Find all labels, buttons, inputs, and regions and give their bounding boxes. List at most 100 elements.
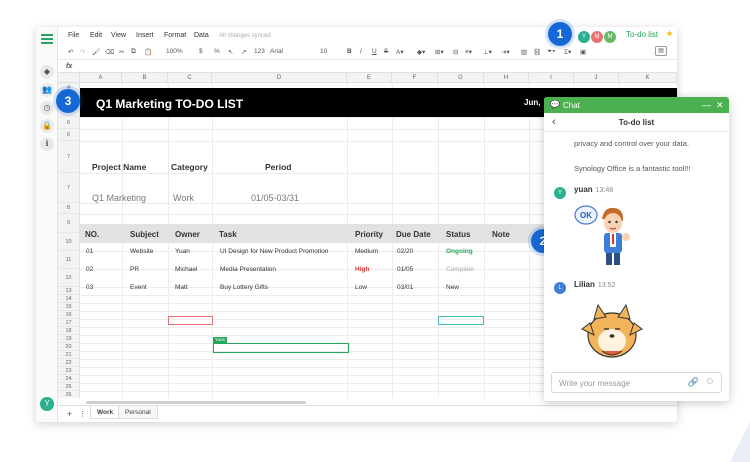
col-header[interactable]: J (574, 73, 619, 83)
col-header[interactable]: I (529, 73, 574, 83)
row-header[interactable]: 8 (58, 203, 80, 214)
zoom-select[interactable]: 100% (166, 48, 183, 55)
align-icon[interactable]: ≡▾ (465, 48, 472, 56)
minimize-icon[interactable]: — (702, 100, 711, 110)
task-due[interactable]: 01/05 (397, 266, 413, 273)
chat-message-input[interactable]: Write your message 🔗 ☺ (551, 372, 722, 393)
row-header[interactable]: 25 (58, 383, 80, 391)
row-header[interactable]: 7 (58, 141, 80, 173)
task-name[interactable]: UI Design for New Product Promotion (220, 248, 328, 255)
horizontal-scrollbar[interactable] (86, 401, 306, 404)
task-subject[interactable]: PR (130, 266, 139, 273)
comment-icon[interactable]: ▣ (580, 48, 586, 56)
row-header[interactable]: 6 (58, 117, 80, 129)
task-status[interactable]: Ongoing (446, 248, 473, 255)
task-no[interactable]: 02 (86, 266, 93, 273)
paste-icon[interactable]: 📋 (144, 48, 152, 56)
task-priority[interactable]: High (355, 266, 369, 273)
task-subject[interactable]: Website (130, 248, 153, 255)
category-value[interactable]: Work (173, 193, 194, 203)
menu-icon[interactable] (41, 34, 53, 44)
task-due[interactable]: 03/01 (397, 284, 413, 291)
row-header[interactable]: 24 (58, 375, 80, 383)
redo-icon[interactable]: ↷ (80, 48, 85, 56)
sheet-list-icon[interactable]: ⋮ (79, 410, 86, 418)
row-header[interactable]: 15 (58, 303, 80, 311)
merge-icon[interactable]: ⊟ (453, 48, 458, 56)
col-header[interactable]: C (168, 73, 212, 83)
italic-button[interactable]: I (360, 48, 362, 55)
row-header[interactable]: 12 (58, 269, 80, 287)
row-header[interactable]: 17 (58, 319, 80, 327)
row-header[interactable]: 18 (58, 327, 80, 335)
task-priority[interactable]: Medium (355, 248, 378, 255)
font-size-select[interactable]: 10 (320, 48, 327, 55)
borders-icon[interactable]: ⊞▾ (435, 48, 444, 56)
valign-icon[interactable]: ⊥▾ (483, 48, 492, 56)
decimal-add-icon[interactable]: ↗ (241, 48, 246, 56)
corner-header[interactable] (58, 73, 80, 83)
row-header[interactable]: 22 (58, 359, 80, 367)
task-no[interactable]: 01 (86, 248, 93, 255)
doc-title[interactable]: To-do list (626, 30, 658, 39)
col-header[interactable]: F (392, 73, 438, 83)
attach-icon[interactable]: 🔗 (688, 377, 699, 388)
col-header[interactable]: H (484, 73, 529, 83)
currency-button[interactable]: $ (199, 48, 203, 55)
filter-icon[interactable]: ⏷▾ (547, 48, 555, 56)
info-icon[interactable]: ℹ (40, 137, 54, 151)
col-header[interactable]: D (212, 73, 347, 83)
strike-button[interactable]: S (384, 48, 388, 55)
col-header[interactable]: K (619, 73, 677, 83)
user-avatar[interactable]: Y (40, 397, 54, 411)
collaborator-avatar[interactable]: M (591, 31, 603, 43)
tag-icon[interactable]: ◆ (40, 65, 54, 79)
lock-icon[interactable]: 🔒 (40, 119, 54, 133)
task-owner[interactable]: Yuan (175, 248, 190, 255)
task-priority[interactable]: Low (355, 284, 367, 291)
row-header[interactable]: 10 (58, 233, 80, 251)
close-icon[interactable]: ✕ (716, 100, 724, 111)
wrap-icon[interactable]: ⇥▾ (501, 48, 510, 56)
underline-button[interactable]: U (372, 48, 377, 55)
task-owner[interactable]: Michael (175, 266, 197, 273)
col-header[interactable]: G (438, 73, 484, 83)
row-header[interactable]: 11 (58, 251, 80, 269)
sheet-tab-work[interactable]: Work (90, 406, 121, 419)
collaborator-avatar[interactable]: M (604, 31, 616, 43)
sheet-tab-personal[interactable]: Personal (118, 406, 158, 419)
menu-edit[interactable]: Edit (90, 32, 102, 39)
row-header[interactable]: 16 (58, 311, 80, 319)
active-selection[interactable] (213, 343, 349, 353)
add-sheet-button[interactable]: + (67, 409, 72, 419)
menu-format[interactable]: Format (164, 32, 186, 39)
task-due[interactable]: 02/20 (397, 248, 413, 255)
row-header[interactable]: 14 (58, 295, 80, 303)
formula-bar[interactable]: fx (58, 60, 677, 73)
emoji-icon[interactable]: ☺ (705, 376, 715, 387)
menu-data[interactable]: Data (194, 32, 209, 39)
task-no[interactable]: 03 (86, 284, 93, 291)
col-header[interactable]: A (80, 73, 122, 83)
col-header[interactable]: B (122, 73, 168, 83)
percent-button[interactable]: % (214, 48, 220, 55)
text-color-icon[interactable]: A▾ (396, 48, 404, 56)
task-status[interactable]: Complete (446, 266, 474, 273)
sidepanel-icon[interactable]: ▤ (655, 46, 667, 56)
task-subject[interactable]: Event (130, 284, 147, 291)
fill-color-icon[interactable]: ◆▾ (417, 48, 425, 56)
row-header[interactable]: 13 (58, 287, 80, 295)
row-header[interactable]: 23 (58, 367, 80, 375)
row-header[interactable]: 7 (58, 173, 80, 203)
function-icon[interactable]: Σ▾ (564, 48, 571, 56)
number-format-icon[interactable]: 123 (254, 48, 265, 55)
collaborator-avatar[interactable]: Y (578, 31, 590, 43)
menu-insert[interactable]: Insert (136, 32, 154, 39)
undo-icon[interactable]: ↶ (68, 48, 73, 56)
col-header[interactable]: E (347, 73, 392, 83)
menu-view[interactable]: View (111, 32, 126, 39)
cut-icon[interactable]: ✂ (119, 48, 124, 56)
bold-button[interactable]: B (347, 48, 352, 55)
chart-icon[interactable]: ▥ (521, 48, 527, 56)
row-header[interactable]: 21 (58, 351, 80, 359)
